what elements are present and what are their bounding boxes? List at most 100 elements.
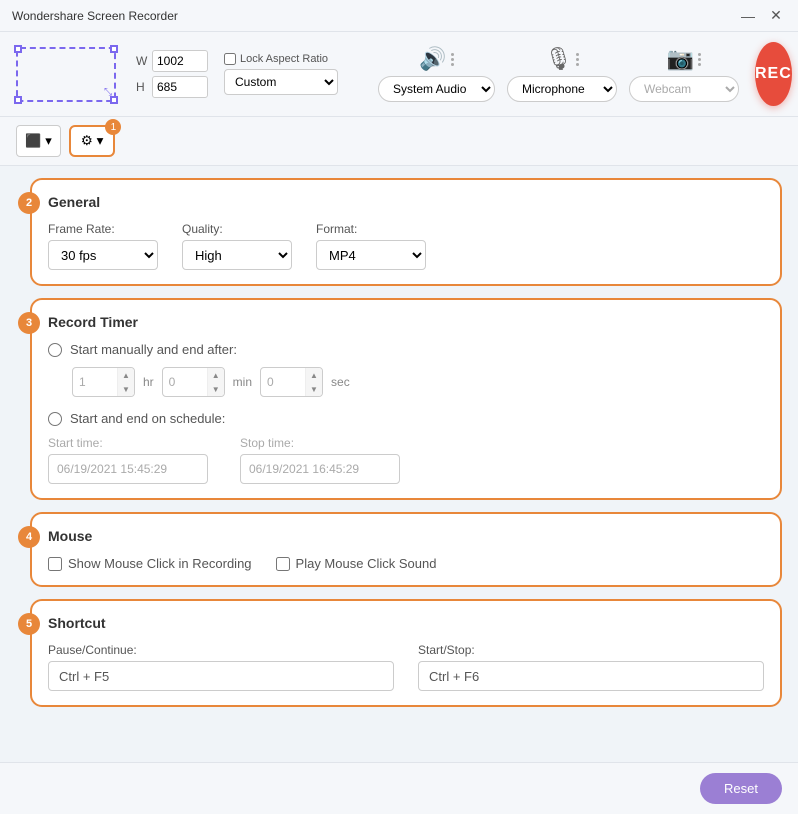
audio-dots-3 <box>698 53 701 66</box>
general-row: Frame Rate: 30 fps 15 fps 20 fps 60 fps … <box>48 222 764 270</box>
mic-icon-row: 🎙 <box>545 46 580 72</box>
system-audio-select[interactable]: System Audio <box>378 76 495 102</box>
corner-tr <box>110 45 118 53</box>
corner-tl <box>14 45 22 53</box>
hr-input-wrap: ▲ ▼ <box>72 367 135 397</box>
move-icon: ⤡ <box>104 87 112 98</box>
lock-aspect-row: Lock Aspect Ratio <box>224 53 338 65</box>
dot <box>451 53 454 56</box>
format-group: Format: MP4 MOV AVI GIF <box>316 222 426 270</box>
start-stop-group: Start/Stop: <box>418 643 764 691</box>
settings-icon: ⚙ <box>81 133 93 149</box>
mouse-title: Mouse <box>48 528 764 544</box>
hr-spin-down[interactable]: ▼ <box>118 382 134 396</box>
stop-time-group: Stop time: <box>240 436 400 484</box>
microphone-icon: 🎙 <box>545 46 573 72</box>
section-number-timer: 3 <box>18 312 40 334</box>
custom-select-wrap: Lock Aspect Ratio Custom Full Screen Tar… <box>224 53 338 95</box>
show-mouse-click-label: Show Mouse Click in Recording <box>48 556 252 571</box>
microphone-select[interactable]: Microphone <box>507 76 617 102</box>
webcam-icon: 📷 <box>667 46 694 72</box>
screenshot-button[interactable]: ⬛ ▾ <box>16 125 61 157</box>
sec-unit: sec <box>331 375 350 389</box>
dot <box>698 53 701 56</box>
general-title: General <box>48 194 764 210</box>
schedule-row: Start time: Stop time: <box>48 436 764 484</box>
timer-option-1: Start manually and end after: <box>48 342 764 357</box>
microphone-item: 🎙 Microphone <box>507 46 617 102</box>
format-select[interactable]: MP4 MOV AVI GIF <box>316 240 426 270</box>
sec-input[interactable] <box>261 368 305 396</box>
shortcut-title: Shortcut <box>48 615 764 631</box>
shortcut-section: 5 Shortcut Pause/Continue: Start/Stop: <box>30 599 782 707</box>
timer-radio-2[interactable] <box>48 412 62 426</box>
min-spin: ▲ ▼ <box>207 368 224 396</box>
minimize-button[interactable]: — <box>738 6 758 26</box>
min-input[interactable] <box>163 368 207 396</box>
capture-rect[interactable]: ⤡ <box>16 47 116 102</box>
speaker-icon: 🔊 <box>419 46 446 72</box>
play-mouse-click-checkbox[interactable] <box>276 557 290 571</box>
quality-select[interactable]: High Low Medium <box>182 240 292 270</box>
dot <box>576 63 579 66</box>
webcam-item: 📷 Webcam <box>629 46 739 102</box>
dimensions-panel: W H <box>136 50 208 98</box>
section-number-shortcut: 5 <box>18 613 40 635</box>
show-mouse-click-checkbox[interactable] <box>48 557 62 571</box>
timer-radio-1[interactable] <box>48 343 62 357</box>
stop-time-input[interactable] <box>240 454 400 484</box>
pause-continue-input[interactable] <box>48 661 394 691</box>
close-button[interactable]: ✕ <box>766 6 786 26</box>
height-input[interactable] <box>152 76 208 98</box>
dot <box>576 53 579 56</box>
dot <box>451 58 454 61</box>
width-input[interactable] <box>152 50 208 72</box>
stop-time-label: Stop time: <box>240 436 400 450</box>
sec-spin-up[interactable]: ▲ <box>306 368 322 382</box>
start-time-input[interactable] <box>48 454 208 484</box>
settings-arrow: ▾ <box>97 133 104 149</box>
section-number-mouse: 4 <box>18 526 40 548</box>
audio-dots-1 <box>451 53 454 66</box>
settings-badge: 1 <box>105 119 121 135</box>
sec-spin: ▲ ▼ <box>305 368 322 396</box>
audio-section: 🔊 System Audio 🎙 <box>378 46 739 102</box>
reset-button[interactable]: Reset <box>700 773 782 804</box>
min-spin-up[interactable]: ▲ <box>208 368 224 382</box>
general-section: 2 General Frame Rate: 30 fps 15 fps 20 f… <box>30 178 782 286</box>
hr-unit: hr <box>143 375 154 389</box>
bottom-bar: Reset <box>0 762 798 814</box>
frame-rate-group: Frame Rate: 30 fps 15 fps 20 fps 60 fps <box>48 222 158 270</box>
timer-option-2-label: Start and end on schedule: <box>70 411 225 426</box>
dot <box>576 58 579 61</box>
start-stop-input[interactable] <box>418 661 764 691</box>
mouse-section: 4 Mouse Show Mouse Click in Recording Pl… <box>30 512 782 587</box>
pause-continue-label: Pause/Continue: <box>48 643 394 657</box>
hr-input[interactable] <box>73 368 117 396</box>
rec-button[interactable]: REC <box>755 42 792 106</box>
show-mouse-click-text: Show Mouse Click in Recording <box>68 556 252 571</box>
sec-input-wrap: ▲ ▼ <box>260 367 323 397</box>
system-audio-icon-row: 🔊 <box>419 46 453 72</box>
frame-rate-label: Frame Rate: <box>48 222 158 236</box>
frame-rate-select[interactable]: 30 fps 15 fps 20 fps 60 fps <box>48 240 158 270</box>
time-inputs-row: ▲ ▼ hr ▲ ▼ min ▲ ▼ sec <box>72 367 764 397</box>
title-bar: Wondershare Screen Recorder — ✕ <box>0 0 798 32</box>
h-label: H <box>136 80 148 94</box>
screenshot-icon: ⬛ <box>25 133 41 149</box>
play-mouse-click-label: Play Mouse Click Sound <box>276 556 437 571</box>
app-title: Wondershare Screen Recorder <box>12 9 178 23</box>
custom-mode-select[interactable]: Custom Full Screen Target Window <box>224 69 338 95</box>
min-spin-down[interactable]: ▼ <box>208 382 224 396</box>
hr-spin-up[interactable]: ▲ <box>118 368 134 382</box>
start-stop-label: Start/Stop: <box>418 643 764 657</box>
capture-area: ⤡ <box>16 47 116 102</box>
toolbar2: ⬛ ▾ ⚙ ▾ 1 <box>0 117 798 166</box>
quality-label: Quality: <box>182 222 292 236</box>
record-timer-title: Record Timer <box>48 314 764 330</box>
width-row: W <box>136 50 208 72</box>
sec-spin-down[interactable]: ▼ <box>306 382 322 396</box>
webcam-select[interactable]: Webcam <box>629 76 739 102</box>
lock-aspect-checkbox[interactable] <box>224 53 236 65</box>
settings-button[interactable]: ⚙ ▾ 1 <box>69 125 116 157</box>
